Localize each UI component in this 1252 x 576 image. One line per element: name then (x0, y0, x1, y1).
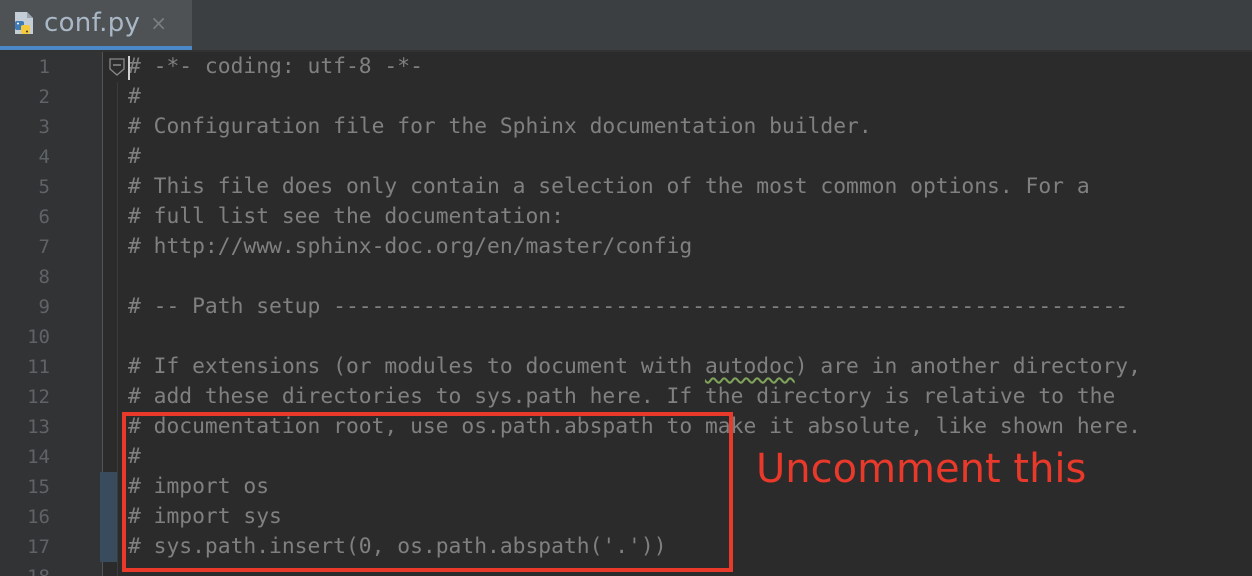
line-number: 10 (27, 326, 50, 348)
fold-minus-icon[interactable] (108, 58, 126, 76)
line-number: 9 (38, 296, 50, 318)
code-line[interactable]: # If extensions (or modules to document … (128, 352, 1141, 382)
line-number: 13 (27, 416, 50, 438)
line-number: 11 (27, 356, 50, 378)
spelling-warning[interactable]: autodoc (705, 354, 795, 379)
annotation-highlight-box (122, 412, 733, 572)
line-number: 5 (38, 176, 50, 198)
line-number: 8 (38, 266, 50, 288)
code-line[interactable]: # add these directories to sys.path here… (128, 382, 1115, 412)
code-line[interactable]: # -*- coding: utf-8 -*- (128, 52, 423, 82)
line-number: 4 (38, 146, 50, 168)
code-text: ) are in another directory, (794, 354, 1141, 379)
code-line[interactable]: # (128, 142, 141, 172)
python-file-icon (12, 10, 38, 36)
line-number-gutter: 1 2 3 4 5 6 7 8 9 10 11 12 13 14 15 16 1… (0, 52, 103, 576)
close-icon[interactable]: × (150, 11, 167, 35)
line-number: 18 (0, 562, 50, 576)
code-text: # If extensions (or modules to document … (128, 354, 705, 379)
vcs-change-marker[interactable] (100, 472, 118, 562)
line-number: 1 (38, 56, 50, 78)
line-number: 7 (38, 236, 50, 258)
line-number: 17 (27, 536, 50, 558)
line-number: 12 (27, 386, 50, 408)
line-number: 6 (38, 206, 50, 228)
editor-tab-bar: conf.py × (0, 0, 1252, 52)
code-line[interactable]: # -- Path setup ------------------------… (128, 292, 1128, 322)
line-number: 3 (38, 116, 50, 138)
code-line[interactable]: # full list see the documentation: (128, 202, 564, 232)
code-line[interactable]: # Configuration file for the Sphinx docu… (128, 112, 872, 142)
code-line[interactable]: # This file does only contain a selectio… (128, 172, 1090, 202)
annotation-label: Uncomment this (756, 446, 1087, 492)
line-number: 2 (38, 86, 50, 108)
line-number: 15 (27, 476, 50, 498)
line-number: 16 (27, 506, 50, 528)
tab-conf-py[interactable]: conf.py × (0, 0, 192, 50)
text-caret (128, 56, 130, 80)
line-number: 14 (27, 446, 50, 468)
code-line[interactable]: # (128, 82, 141, 112)
indent-guide (117, 82, 118, 576)
code-line[interactable]: # http://www.sphinx-doc.org/en/master/co… (128, 232, 692, 262)
tab-filename: conf.py (44, 8, 141, 38)
